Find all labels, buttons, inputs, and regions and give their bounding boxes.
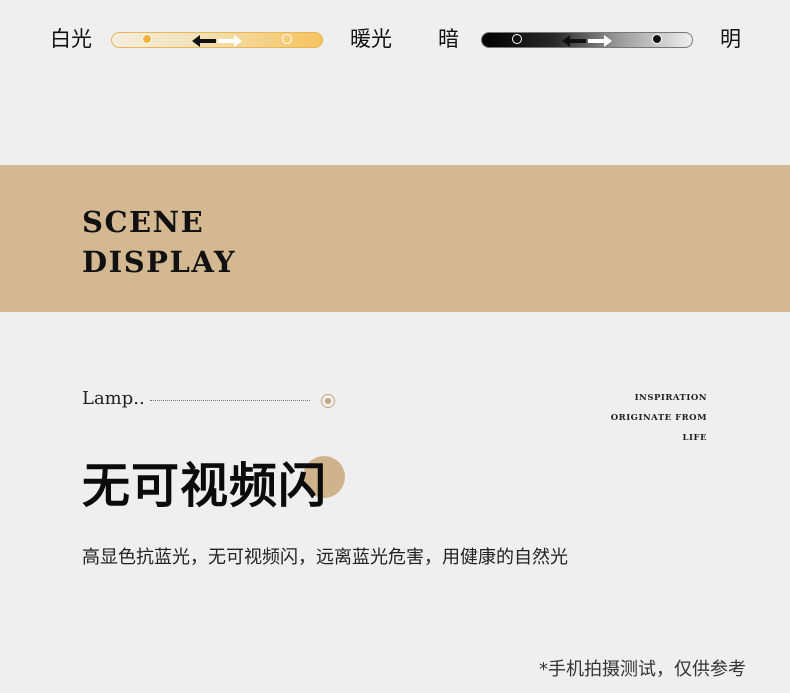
banner-title-line1: SCENE (82, 205, 205, 239)
warm-light-label: 暖光 (350, 27, 392, 51)
slider-knob-left[interactable] (142, 34, 152, 44)
inspiration-line3: LIFE (682, 433, 707, 443)
target-ring-icon (321, 394, 335, 408)
left-right-arrows-icon (192, 35, 242, 47)
page-headline: 无可视频闪 (82, 458, 328, 514)
color-temperature-slider[interactable] (111, 32, 323, 48)
brightness-slider[interactable] (481, 32, 693, 48)
banner-title: SCENE DISPLAY (82, 202, 236, 282)
dotted-divider (150, 400, 310, 401)
lamp-label: Lamp.. (82, 388, 145, 409)
dark-label: 暗 (438, 27, 459, 51)
left-right-arrows-icon (562, 35, 612, 47)
page-subtitle: 高显色抗蓝光，无可视频闪，远离蓝光危害，用健康的自然光 (82, 547, 568, 568)
inspiration-line1: INSPIRATION (634, 393, 707, 403)
banner-title-line2: DISPLAY (82, 245, 237, 279)
slider-knob-left[interactable] (512, 34, 522, 44)
inspiration-line2: ORIGINATE FROM (610, 413, 707, 423)
disclaimer-note: *手机拍摄测试，仅供参考 (539, 659, 746, 680)
white-light-label: 白光 (50, 27, 92, 51)
bright-label: 明 (720, 27, 741, 51)
inspiration-text: INSPIRATION ORIGINATE FROM LIFE (611, 388, 707, 448)
slider-knob-right[interactable] (652, 34, 662, 44)
slider-knob-right[interactable] (282, 34, 292, 44)
